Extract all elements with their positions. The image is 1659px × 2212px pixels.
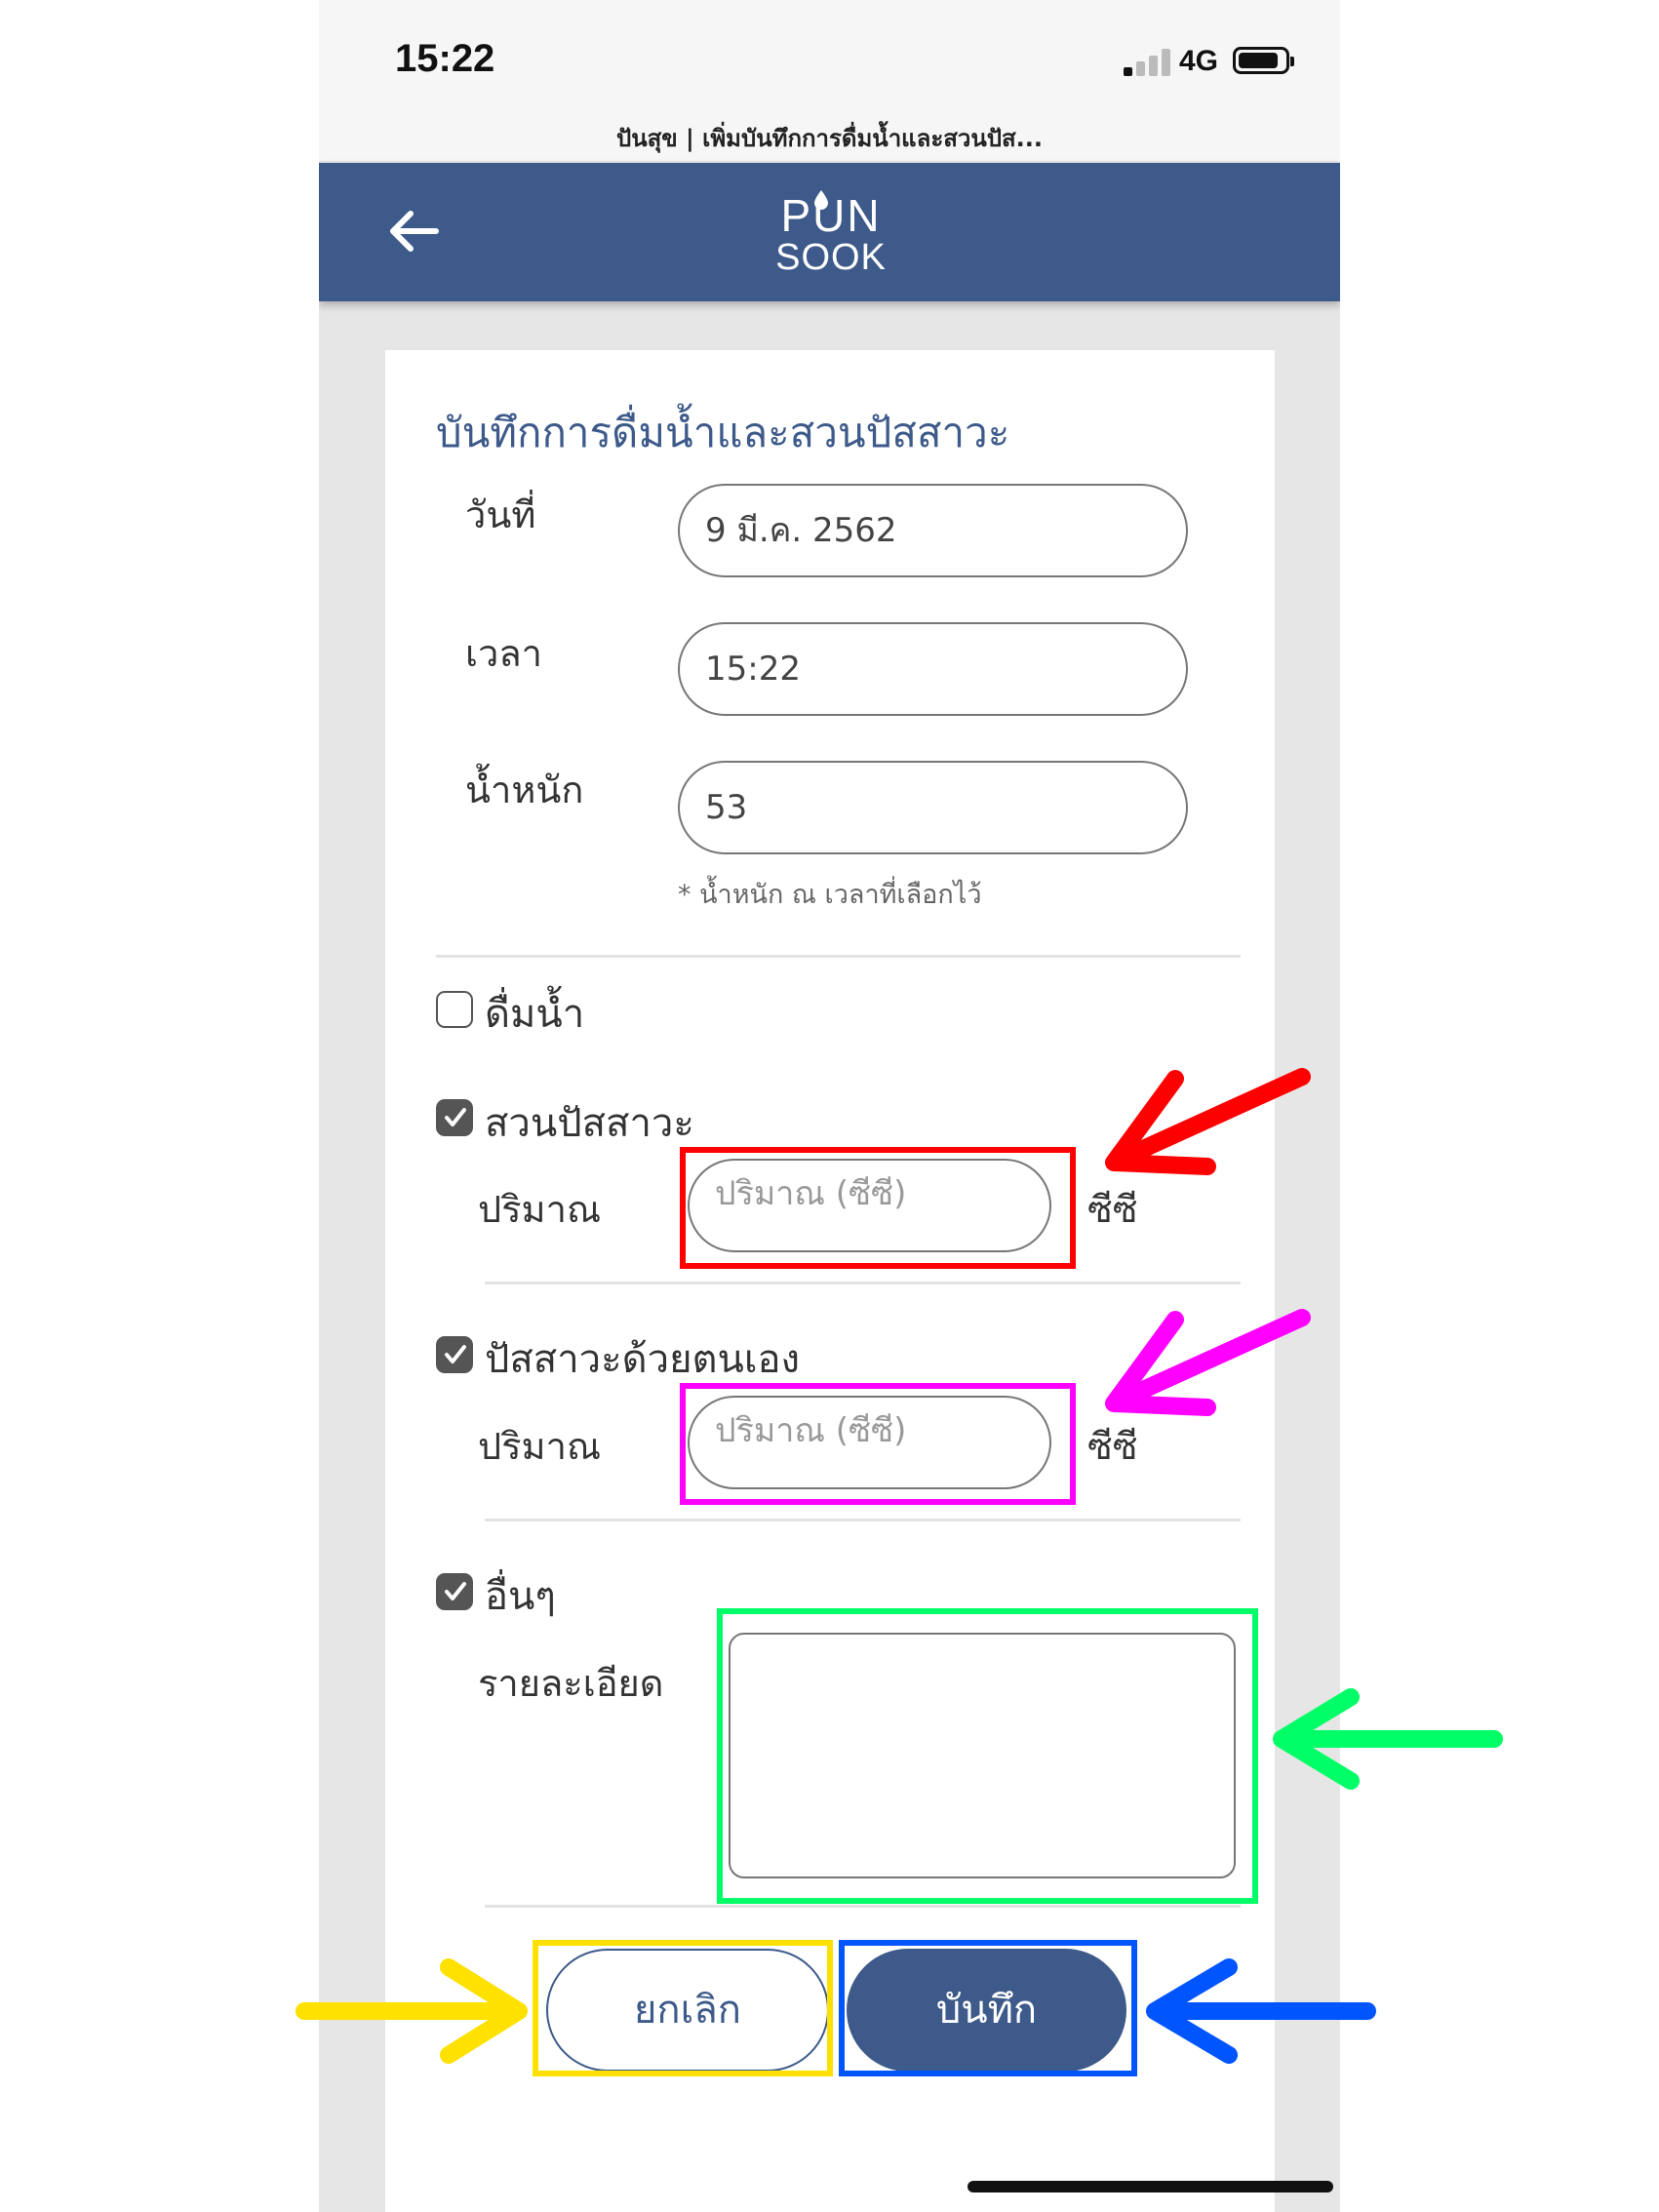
yellow-highlight-box [533,1940,833,2076]
back-arrow-icon[interactable] [385,202,444,260]
self-urination-label: ปัสสาวะด้วยตนเอง [485,1337,801,1382]
other-checkbox[interactable] [436,1573,473,1610]
battery-icon [1233,47,1294,74]
red-highlight-box [680,1147,1076,1269]
water-drop-icon [814,190,828,210]
browser-page-title: ปันสุข | เพิ่มบันทึกการดื่มน้ำและสวนปัส.… [615,125,1044,152]
section-divider [436,955,1241,958]
yellow-arrow-icon [296,1958,528,2064]
blue-highlight-box [839,1940,1137,2076]
drink-checkbox[interactable] [436,991,473,1028]
signal-icon [1124,47,1172,76]
app-header: PUN SOOK [319,163,1340,301]
self-urination-checkbox[interactable] [436,1336,473,1373]
magenta-highlight-box [680,1383,1076,1505]
date-field[interactable]: 9 มี.ค. 2562 [678,484,1188,577]
check-icon [445,1582,466,1600]
network-type: 4G [1179,45,1219,77]
catheter-checkbox[interactable] [436,1099,473,1136]
catheter-label: สวนปัสสาวะ [485,1101,694,1146]
form-heading: บันทึกการดื่มน้ำและสวนปัสสาวะ [436,409,1010,456]
drink-label: ดื่มน้ำ [485,992,585,1037]
catheter-unit: ซีซี [1087,1188,1138,1231]
blue-arrow-icon [1146,1958,1376,2064]
check-icon [445,1345,466,1363]
time-field[interactable]: 15:22 [678,622,1188,716]
self-urination-amount-label: ปริมาณ [478,1425,602,1468]
time-label: เวลา [465,632,542,675]
magenta-arrow-icon [1105,1309,1311,1416]
form-card: บันทึกการดื่มน้ำและสวนปัสสาวะ วันที่ 9 ม… [385,350,1275,2212]
section-divider [485,1282,1241,1284]
punsook-logo: PUN SOOK [772,190,889,280]
section-divider [485,1905,1241,1908]
weight-label: น้ำหนัก [465,769,584,811]
status-time: 15:22 [395,37,495,80]
home-indicator [968,2181,1333,2192]
weight-note: * น้ำหนัก ณ เวลาที่เลือกไว้ [678,880,982,910]
date-label: วันที่ [465,494,536,536]
green-arrow-icon [1273,1688,1503,1790]
red-arrow-icon [1105,1068,1311,1175]
green-highlight-box [717,1608,1258,1904]
section-divider [485,1519,1241,1521]
details-label: รายละเอียด [478,1662,664,1705]
logo-text-bottom: SOOK [775,237,887,278]
catheter-amount-label: ปริมาณ [478,1188,602,1231]
weight-field[interactable]: 53 [678,761,1188,854]
status-bar: 15:22 4G ปันสุข | เพิ่มบันทึกการดื่มน้ำแ… [319,0,1340,161]
check-icon [445,1108,466,1126]
other-label: อื่นๆ [485,1574,556,1619]
logo-text-top: PUN [780,190,882,241]
